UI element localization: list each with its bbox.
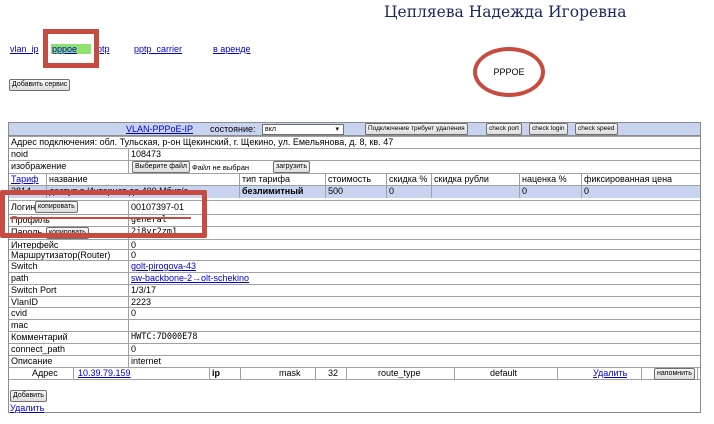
ip-delete-link[interactable]: Удалить bbox=[591, 368, 627, 379]
route-type-label: route_type bbox=[378, 368, 421, 378]
state-value: вкл bbox=[265, 126, 276, 134]
tariff-col-discount-pct: скидка % bbox=[389, 174, 428, 184]
path-label: path bbox=[11, 273, 29, 283]
route-type-value: default bbox=[490, 368, 518, 378]
comment-row: Комментарий HWTC:7D000E78 bbox=[9, 331, 700, 343]
mask-value: 32 bbox=[328, 368, 339, 378]
tariff-type: безлимитный bbox=[242, 186, 304, 196]
page-title: Цепляева Надежда Игоревна bbox=[384, 3, 627, 21]
description-value: internet bbox=[131, 356, 162, 366]
switch-port-value: 1/3/17 bbox=[131, 285, 157, 295]
tariff-markup: 0 bbox=[522, 186, 528, 196]
address-row: Адрес подключения: обл. Тульская, р-он Щ… bbox=[9, 136, 700, 148]
tab-rented[interactable]: в аренде bbox=[213, 44, 251, 54]
delete-service-link[interactable]: Удалить bbox=[10, 403, 44, 413]
tariff-col-fixed: фиксированная цена bbox=[584, 174, 673, 184]
description-row: Описание internet bbox=[9, 355, 700, 367]
add-service-button[interactable]: Добавить сервис bbox=[9, 79, 71, 91]
service-name-link[interactable]: VLAN-PPPoE-IP bbox=[126, 124, 193, 134]
no-file-text: Файл не выбран bbox=[191, 162, 250, 172]
tariff-cost: 500 bbox=[328, 186, 344, 196]
highlight-box-credentials bbox=[0, 190, 207, 238]
image-label: изображение bbox=[11, 161, 67, 171]
check-speed-button[interactable]: check speed bbox=[575, 123, 618, 135]
mac-label: mac bbox=[11, 320, 29, 330]
tariff-discount-rub bbox=[432, 186, 434, 198]
comment-label: Комментарий bbox=[11, 332, 68, 342]
choose-file-button[interactable]: Выберите файл bbox=[132, 161, 190, 173]
highlight-underline bbox=[10, 217, 191, 219]
mask-label: mask bbox=[279, 368, 301, 378]
tariff-header-row: Тариф название тип тарифа стоимость скид… bbox=[9, 173, 700, 185]
ip-address-label: Адрес bbox=[32, 368, 58, 378]
router-row: Маршрутизатор(Router) 0 bbox=[9, 249, 700, 260]
chevron-down-icon: ▾ bbox=[335, 126, 339, 134]
switch-row: Switch golt-pirogova-43 bbox=[9, 260, 700, 272]
interface-value: 0 bbox=[131, 240, 137, 249]
state-select[interactable]: вкл ▾ bbox=[262, 124, 344, 136]
noid-row: noid 108473 bbox=[9, 148, 700, 160]
check-login-button[interactable]: check login bbox=[529, 123, 568, 135]
switch-port-label: Switch Port bbox=[11, 285, 57, 295]
vlanid-value: 2223 bbox=[131, 297, 152, 307]
tariff-col-type: тип тарифа bbox=[242, 174, 290, 184]
remind-button[interactable]: напомнить bbox=[654, 368, 695, 380]
state-label: состояние: bbox=[210, 124, 256, 134]
image-row: изображение Выберите файл Файл не выбран… bbox=[9, 160, 700, 173]
service-type-circle: PPPOE bbox=[473, 47, 545, 97]
cvid-label: cvid bbox=[11, 308, 28, 318]
router-value: 0 bbox=[131, 250, 137, 260]
ip-type: ip bbox=[212, 368, 220, 378]
router-label: Маршрутизатор(Router) bbox=[11, 250, 111, 260]
path-link[interactable]: sw-backbone-2→olt-schekino bbox=[129, 273, 249, 284]
address-text: Адрес подключения: обл. Тульская, р-он Щ… bbox=[11, 137, 394, 147]
vlanid-label: VlanID bbox=[11, 297, 39, 307]
connect-path-label: connect_path bbox=[11, 344, 66, 354]
switch-port-row: Switch Port 1/3/17 bbox=[9, 284, 700, 296]
noid-label: noid bbox=[11, 149, 29, 159]
ip-row: Адрес 10.39.79.159 ip mask 32 route_type… bbox=[9, 367, 700, 380]
noid-value: 108473 bbox=[131, 149, 162, 159]
mac-row: mac bbox=[9, 319, 700, 331]
tariff-col-markup: наценка % bbox=[522, 174, 567, 184]
file-picker: Выберите файл Файл не выбран загрузить bbox=[130, 161, 310, 173]
ip-address-link[interactable]: 10.39.79.159 bbox=[76, 368, 131, 379]
connect-path-row: connect_path 0 bbox=[9, 343, 700, 355]
description-label: Описание bbox=[11, 356, 53, 366]
switch-link[interactable]: golt-pirogova-43 bbox=[129, 261, 196, 272]
path-row: path sw-backbone-2→olt-schekino bbox=[9, 272, 700, 284]
highlight-box-tab bbox=[43, 29, 99, 68]
tariff-header-link[interactable]: Тариф bbox=[9, 174, 39, 185]
interface-row: Интерфейс 0 bbox=[9, 239, 700, 249]
tariff-col-cost: стоимость bbox=[328, 174, 372, 184]
tab-pptp-carrier[interactable]: pptp_carrier bbox=[134, 44, 182, 54]
service-panel: VLAN-PPPoE-IP состояние: вкл ▾ Подключен… bbox=[8, 122, 701, 413]
comment-value: HWTC:7D000E78 bbox=[131, 332, 198, 342]
upload-button[interactable]: загрузить bbox=[273, 161, 310, 173]
tab-vlan-ip[interactable]: vlan_ip bbox=[10, 44, 39, 54]
cvid-value: 0 bbox=[131, 308, 137, 318]
check-port-button[interactable]: check port bbox=[486, 123, 522, 135]
vlanid-row: VlanID 2223 bbox=[9, 296, 700, 307]
cvid-row: cvid 0 bbox=[9, 307, 700, 319]
tariff-discount-pct: 0 bbox=[389, 186, 395, 196]
service-type-label: PPPOE bbox=[493, 67, 525, 77]
interface-label: Интерфейс bbox=[11, 240, 59, 249]
tariff-col-name: название bbox=[49, 174, 88, 184]
switch-label: Switch bbox=[11, 261, 38, 271]
connect-path-value: 0 bbox=[131, 344, 137, 354]
requires-removal-button[interactable]: Подключение требует удаления bbox=[365, 123, 468, 135]
tariff-col-discount-rub: скидка рубли bbox=[434, 174, 489, 184]
mac-value bbox=[129, 320, 131, 331]
tariff-fixed: 0 bbox=[584, 186, 590, 196]
service-header: VLAN-PPPoE-IP состояние: вкл ▾ Подключен… bbox=[9, 123, 700, 136]
add-button[interactable]: Добавить bbox=[10, 390, 47, 402]
